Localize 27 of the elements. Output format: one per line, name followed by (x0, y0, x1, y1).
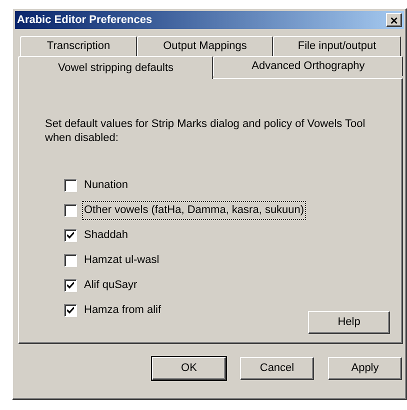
checkbox-label[interactable]: Other vowels (fatHa, Damma, kasra, sukuun) (83, 202, 306, 219)
description-text: Set default values for Strip Marks dialog and policy of Vowels Tool when disabled: (45, 117, 366, 145)
checkbox[interactable] (64, 279, 77, 292)
close-button[interactable]: × (386, 13, 402, 27)
checkbox[interactable] (64, 304, 77, 317)
tab[interactable]: File input/output (273, 36, 401, 56)
checkbox[interactable] (64, 204, 77, 217)
tab[interactable]: Vowel stripping defaults (18, 56, 214, 79)
check-icon (67, 232, 74, 239)
dialog-button[interactable]: Cancel (240, 357, 314, 380)
tab[interactable]: Transcription (20, 36, 137, 56)
check-icon (67, 282, 74, 289)
checkbox-label[interactable]: Hamza from alif (83, 302, 162, 319)
dialog-button[interactable]: OK (152, 357, 226, 380)
window-title: Arabic Editor Preferences (17, 12, 152, 28)
checkbox-label[interactable]: Hamzat ul-wasl (83, 252, 160, 269)
checkbox[interactable] (64, 229, 77, 242)
help-button[interactable]: Help (308, 311, 390, 334)
checkbox-label[interactable]: Shaddah (83, 227, 130, 244)
dialog-button[interactable]: Apply (328, 357, 402, 380)
checkbox-label[interactable]: Alif quSayr (83, 277, 138, 294)
check-icon (67, 307, 74, 314)
checkbox[interactable] (64, 179, 77, 192)
tab[interactable]: Output Mappings (137, 36, 273, 56)
tab[interactable]: Advanced Orthography (213, 56, 403, 76)
checkbox[interactable] (64, 254, 77, 267)
checkbox-label[interactable]: Nunation (83, 177, 130, 194)
